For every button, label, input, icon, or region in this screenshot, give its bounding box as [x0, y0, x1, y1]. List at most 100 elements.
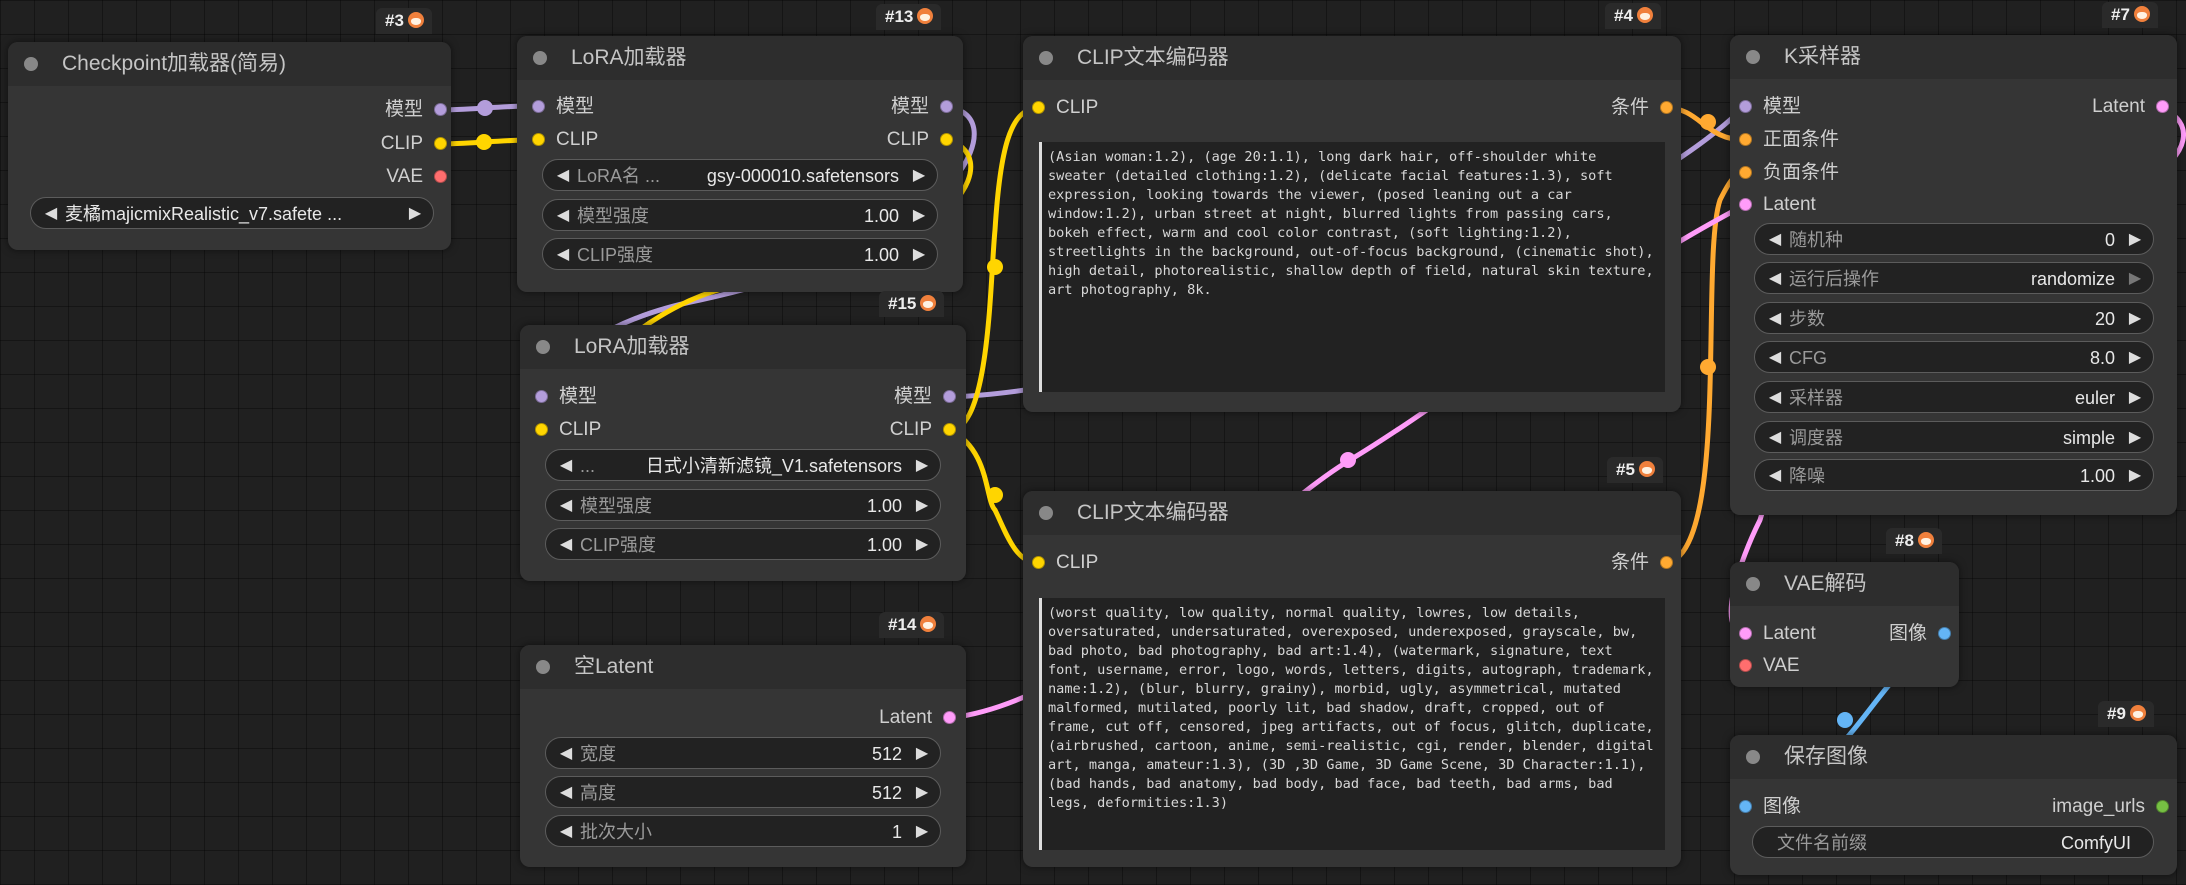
arrow-right-icon[interactable]: ▶ — [2123, 342, 2147, 372]
port-conditioning-icon[interactable] — [1739, 166, 1752, 179]
arrow-right-icon[interactable]: ▶ — [910, 738, 934, 768]
sampler-name-widget[interactable]: ◀ 采样器 euler ▶ — [1754, 381, 2154, 413]
arrow-right-icon[interactable]: ▶ — [2123, 263, 2147, 293]
collapse-dot-icon[interactable] — [1746, 577, 1760, 591]
input-negative[interactable]: 负面条件 — [1739, 158, 1839, 188]
arrow-left-icon[interactable]: ◀ — [554, 490, 578, 520]
arrow-left-icon[interactable]: ◀ — [554, 529, 578, 559]
arrow-right-icon[interactable]: ▶ — [2123, 460, 2147, 490]
strength-model-widget[interactable]: ◀ 模型强度 1.00 ▶ — [542, 199, 938, 231]
input-model[interactable]: 模型 — [532, 92, 594, 122]
port-latent-icon[interactable] — [943, 711, 956, 724]
arrow-left-icon[interactable]: ◀ — [554, 816, 578, 846]
collapse-dot-icon[interactable] — [1746, 750, 1760, 764]
port-model-icon[interactable] — [1739, 100, 1752, 113]
ckpt-name-combo[interactable]: ◀ 麦橘majicmixRealistic_v7.safete ... ▶ — [30, 197, 434, 229]
input-positive[interactable]: 正面条件 — [1739, 125, 1839, 155]
collapse-dot-icon[interactable] — [1039, 51, 1053, 65]
collapse-dot-icon[interactable] — [1039, 506, 1053, 520]
input-clip[interactable]: CLIP — [532, 125, 598, 155]
node-title[interactable]: Checkpoint加载器(简易) — [8, 42, 451, 86]
arrow-right-icon[interactable]: ▶ — [910, 777, 934, 807]
output-image-urls[interactable]: image_urls — [2052, 792, 2169, 822]
filename-prefix-input[interactable]: 文件名前缀 ComfyUI — [1752, 826, 2154, 858]
input-images[interactable]: 图像 — [1739, 792, 1801, 822]
port-conditioning-icon[interactable] — [1739, 133, 1752, 146]
collapse-dot-icon[interactable] — [1746, 50, 1760, 64]
input-latent[interactable]: Latent — [1739, 190, 1816, 220]
node-save-image[interactable]: 保存图像 图像 image_urls 文件名前缀 ComfyUI — [1730, 735, 2177, 875]
input-latent[interactable]: Latent — [1739, 619, 1816, 649]
prompt-textarea[interactable]: (worst quality, low quality, normal qual… — [1039, 598, 1665, 850]
arrow-right-icon[interactable]: ▶ — [2123, 224, 2147, 254]
node-title[interactable]: LoRA加载器 — [520, 325, 966, 369]
arrow-right-icon[interactable]: ▶ — [910, 490, 934, 520]
port-image-icon[interactable] — [1739, 800, 1752, 813]
arrow-left-icon[interactable]: ◀ — [1763, 342, 1787, 372]
collapse-dot-icon[interactable] — [24, 57, 38, 71]
port-string-icon[interactable] — [2156, 800, 2169, 813]
port-latent-icon[interactable] — [1739, 198, 1752, 211]
input-clip[interactable]: CLIP — [1032, 548, 1098, 578]
arrow-right-icon[interactable]: ▶ — [910, 816, 934, 846]
node-checkpoint-loader[interactable]: Checkpoint加载器(简易) 模型 CLIP VAE ◀ 麦橘majicm… — [8, 42, 451, 250]
arrow-right-icon[interactable]: ▶ — [907, 239, 931, 269]
input-model[interactable]: 模型 — [1739, 92, 1801, 122]
port-conditioning-icon[interactable] — [1660, 556, 1673, 569]
port-model-icon[interactable] — [535, 390, 548, 403]
input-vae[interactable]: VAE — [1739, 651, 1800, 681]
node-title[interactable]: VAE解码 — [1730, 562, 1959, 606]
output-model[interactable]: 模型 — [385, 95, 447, 125]
port-clip-icon[interactable] — [1032, 101, 1045, 114]
width-widget[interactable]: ◀ 宽度 512 ▶ — [545, 737, 941, 769]
node-lora-loader-15[interactable]: LoRA加载器 模型 CLIP 模型 CLIP ◀ ... 日式小清新滤镜_V1… — [520, 325, 966, 581]
node-vae-decode[interactable]: VAE解码 Latent VAE 图像 — [1730, 562, 1959, 687]
port-clip-icon[interactable] — [943, 423, 956, 436]
collapse-dot-icon[interactable] — [536, 660, 550, 674]
input-clip[interactable]: CLIP — [535, 415, 601, 445]
denoise-widget[interactable]: ◀ 降噪 1.00 ▶ — [1754, 459, 2154, 491]
strength-model-widget[interactable]: ◀ 模型强度 1.00 ▶ — [545, 489, 941, 521]
node-title[interactable]: K采样器 — [1730, 35, 2177, 79]
port-conditioning-icon[interactable] — [1660, 101, 1673, 114]
port-vae-icon[interactable] — [434, 170, 447, 183]
arrow-left-icon[interactable]: ◀ — [551, 200, 575, 230]
node-title[interactable]: 保存图像 — [1730, 735, 2177, 779]
node-clip-text-encode-positive[interactable]: CLIP文本编码器 CLIP 条件 (Asian woman:1.2), (ag… — [1023, 36, 1681, 412]
node-ksampler[interactable]: K采样器 模型 正面条件 负面条件 Latent Latent ◀ 随机种 0 … — [1730, 35, 2177, 515]
control-after-generate-widget[interactable]: ◀ 运行后操作 randomize ▶ — [1754, 262, 2154, 294]
lora-name-combo[interactable]: ◀ LoRA名 ... gsy-000010.safetensors ▶ — [542, 159, 938, 191]
arrow-left-icon[interactable]: ◀ — [1763, 382, 1787, 412]
arrow-right-icon[interactable]: ▶ — [910, 450, 934, 480]
output-conditioning[interactable]: 条件 — [1611, 93, 1673, 123]
port-clip-icon[interactable] — [535, 423, 548, 436]
port-latent-icon[interactable] — [2156, 100, 2169, 113]
output-conditioning[interactable]: 条件 — [1611, 548, 1673, 578]
arrow-left-icon[interactable]: ◀ — [554, 777, 578, 807]
port-clip-icon[interactable] — [434, 137, 447, 150]
steps-widget[interactable]: ◀ 步数 20 ▶ — [1754, 302, 2154, 334]
node-title[interactable]: CLIP文本编码器 — [1023, 36, 1681, 80]
output-clip[interactable]: CLIP — [890, 415, 956, 445]
node-title[interactable]: 空Latent — [520, 645, 966, 689]
output-clip[interactable]: CLIP — [887, 125, 953, 155]
node-title[interactable]: CLIP文本编码器 — [1023, 491, 1681, 535]
arrow-left-icon[interactable]: ◀ — [551, 160, 575, 190]
cfg-widget[interactable]: ◀ CFG 8.0 ▶ — [1754, 341, 2154, 373]
arrow-left-icon[interactable]: ◀ — [1763, 263, 1787, 293]
output-model[interactable]: 模型 — [891, 92, 953, 122]
arrow-right-icon[interactable]: ▶ — [910, 529, 934, 559]
arrow-right-icon[interactable]: ▶ — [907, 200, 931, 230]
output-latent[interactable]: Latent — [2092, 92, 2169, 122]
port-model-icon[interactable] — [532, 100, 545, 113]
height-widget[interactable]: ◀ 高度 512 ▶ — [545, 776, 941, 808]
output-image[interactable]: 图像 — [1889, 619, 1951, 649]
node-title[interactable]: LoRA加载器 — [517, 36, 963, 80]
arrow-left-icon[interactable]: ◀ — [1763, 224, 1787, 254]
output-latent[interactable]: Latent — [879, 703, 956, 733]
collapse-dot-icon[interactable] — [533, 51, 547, 65]
collapse-dot-icon[interactable] — [536, 340, 550, 354]
output-clip[interactable]: CLIP — [381, 129, 447, 159]
input-clip[interactable]: CLIP — [1032, 93, 1098, 123]
port-clip-icon[interactable] — [940, 133, 953, 146]
